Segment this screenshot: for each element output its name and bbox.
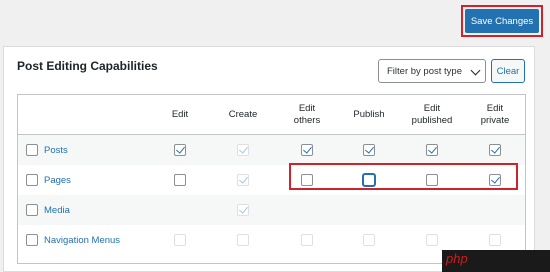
row-select-checkbox[interactable]: [26, 234, 38, 246]
table-row: Posts: [18, 135, 525, 165]
capability-checkbox: [489, 234, 501, 246]
capability-checkbox[interactable]: [426, 144, 438, 156]
capability-checkbox: [174, 234, 186, 246]
column-header: Edit others: [293, 103, 321, 126]
table-row: Pages: [18, 165, 525, 195]
capability-checkbox: [237, 204, 249, 216]
row-label[interactable]: Media: [26, 195, 70, 225]
capability-checkbox[interactable]: [174, 144, 186, 156]
capability-checkbox: [237, 144, 249, 156]
column-header: Create: [228, 109, 258, 120]
capability-checkbox[interactable]: [489, 144, 501, 156]
capability-checkbox[interactable]: [363, 174, 375, 186]
row-label[interactable]: Pages: [26, 165, 71, 195]
capabilities-table: Edit Create Edit others Publish Edit publish…: [17, 94, 526, 264]
capability-checkbox: [301, 234, 313, 246]
save-changes-highlight: Save Changes: [461, 5, 543, 37]
capability-checkbox: [426, 234, 438, 246]
post-editing-capabilities-card: Post Editing Capabilities Filter by post…: [3, 46, 535, 272]
column-header: Edit private: [480, 103, 510, 126]
row-label[interactable]: Posts: [26, 135, 68, 165]
watermark-text: php: [446, 251, 468, 266]
table-row: Media: [18, 195, 525, 225]
clear-button[interactable]: Clear: [491, 59, 525, 83]
row-select-checkbox[interactable]: [26, 174, 38, 186]
column-header: Publish: [353, 109, 385, 120]
filter-select-label: Filter by post type: [387, 65, 462, 77]
row-label[interactable]: Navigation Menus: [26, 225, 120, 255]
capability-checkbox[interactable]: [489, 174, 501, 186]
table-header: Edit Create Edit others Publish Edit publish…: [18, 95, 525, 135]
capability-checkbox[interactable]: [363, 144, 375, 156]
row-select-checkbox[interactable]: [26, 144, 38, 156]
column-header: Edit published: [411, 103, 453, 126]
capability-checkbox: [237, 234, 249, 246]
column-header: Edit: [171, 109, 189, 120]
card-title: Post Editing Capabilities: [17, 59, 158, 73]
capability-checkbox: [237, 174, 249, 186]
post-type-filter-select[interactable]: Filter by post type: [378, 59, 486, 83]
capability-checkbox[interactable]: [426, 174, 438, 186]
post-type-label[interactable]: Navigation Menus: [44, 235, 120, 246]
capability-checkbox[interactable]: [301, 174, 313, 186]
post-type-label[interactable]: Posts: [44, 145, 68, 156]
row-select-checkbox[interactable]: [26, 204, 38, 216]
capability-checkbox: [363, 234, 375, 246]
watermark-logo: php: [442, 250, 550, 272]
capability-checkbox[interactable]: [174, 174, 186, 186]
post-type-label[interactable]: Media: [44, 205, 70, 216]
post-type-label[interactable]: Pages: [44, 175, 71, 186]
chevron-down-icon: [470, 65, 481, 76]
capability-checkbox[interactable]: [301, 144, 313, 156]
save-changes-button[interactable]: Save Changes: [465, 9, 539, 33]
